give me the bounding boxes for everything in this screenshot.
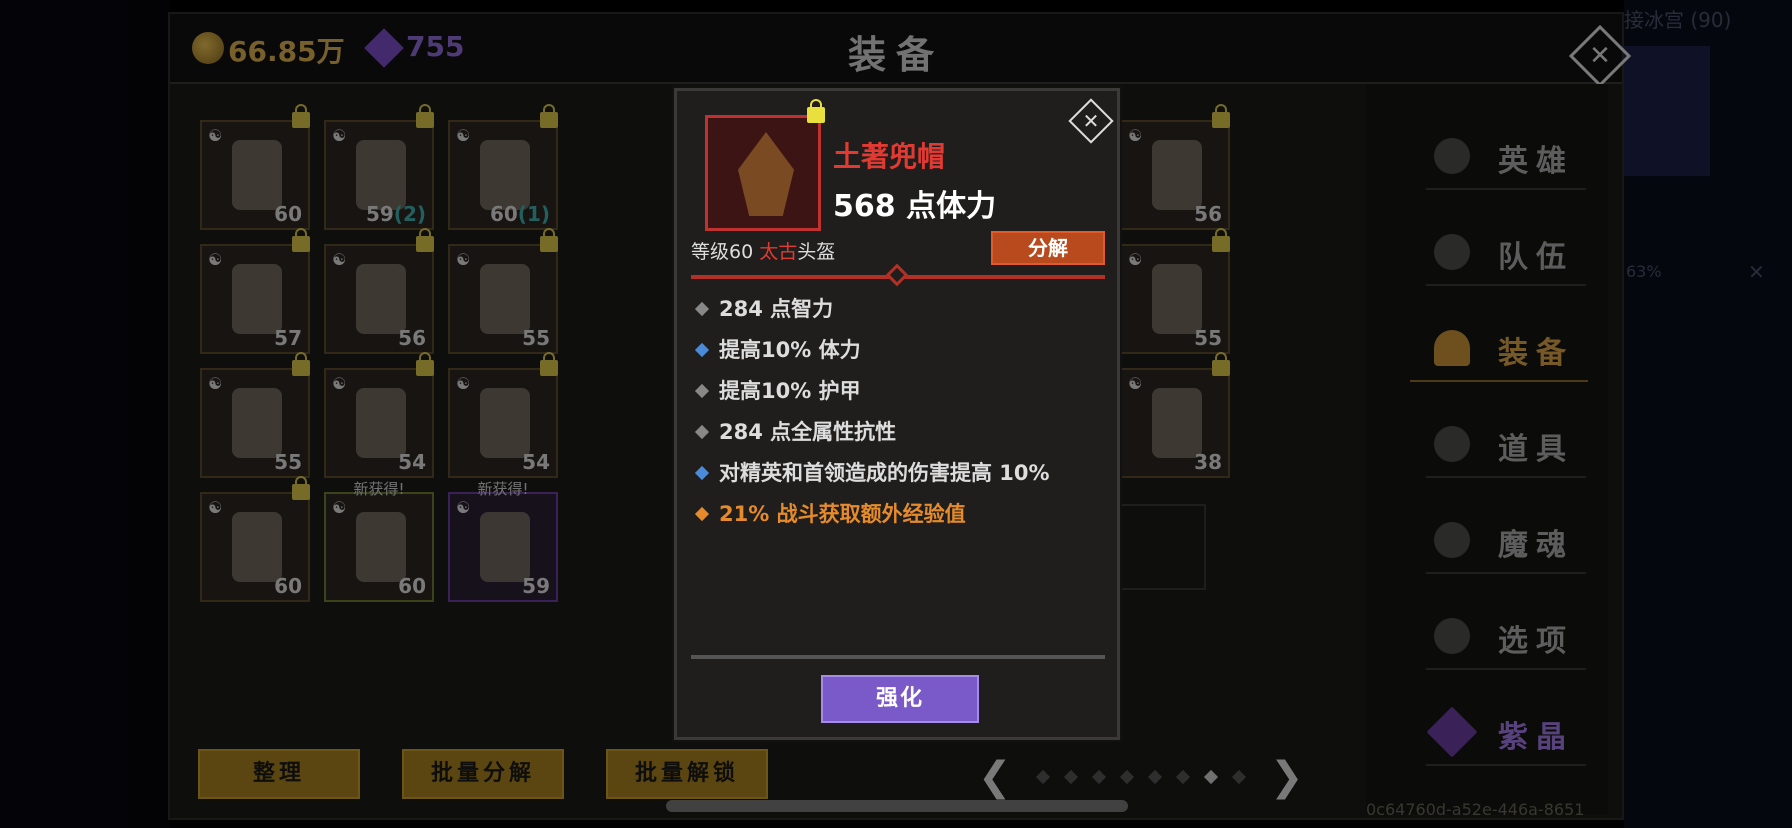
stat-list: 284 点智力 提高10% 体力 提高10% 护甲 284 点全属性抗性 对精英…: [691, 289, 1111, 535]
bullet-icon: [694, 301, 710, 317]
header-divider: [691, 263, 1105, 287]
stat-line: 284 点全属性抗性: [691, 412, 1111, 453]
stat-line: 21% 战斗获取额外经验值: [691, 494, 1111, 535]
salvage-button[interactable]: 分解: [991, 231, 1105, 265]
stat-line: 提高10% 体力: [691, 330, 1111, 371]
item-detail-modal: ✕ 土著兜帽 568 点体力 等级60 太古头盔 分解 284 点智力 提高10…: [674, 88, 1120, 740]
enhance-button[interactable]: 强化: [821, 675, 979, 723]
bullet-icon: [694, 465, 710, 481]
item-level-line: 等级60 太古头盔: [691, 237, 835, 264]
close-icon: ✕: [1082, 109, 1100, 133]
item-icon: [705, 115, 821, 231]
bullet-icon: [694, 342, 710, 358]
lock-icon[interactable]: [807, 99, 825, 123]
stat-line: 284 点智力: [691, 289, 1111, 330]
divider-diamond-icon: [885, 263, 909, 287]
modal-close-button[interactable]: ✕: [1068, 98, 1114, 144]
item-name: 土著兜帽: [833, 140, 946, 173]
item-type: 头盔: [797, 241, 836, 263]
item-rarity: 太古: [759, 241, 798, 263]
bullet-icon: [694, 506, 710, 522]
stat-line: 提高10% 护甲: [691, 371, 1111, 412]
bullet-icon: [694, 424, 710, 440]
bullet-icon: [694, 383, 710, 399]
item-main-stat: 568 点体力: [833, 189, 997, 224]
footer-divider: [691, 655, 1105, 659]
hood-icon: [738, 132, 794, 216]
item-level: 等级60: [691, 241, 760, 263]
stat-line: 对精英和首领造成的伤害提高 10%: [691, 453, 1111, 494]
